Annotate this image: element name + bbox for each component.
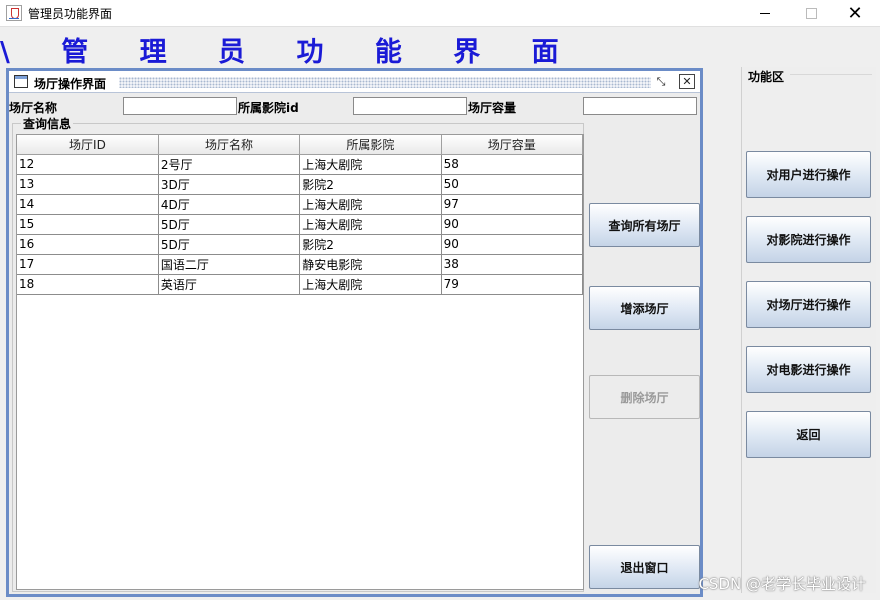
table-row[interactable]: 12 2号厅 上海大剧院 58 [17,154,584,175]
cell-hall-id[interactable]: 17 [17,254,159,275]
cell-capacity[interactable]: 79 [441,274,584,295]
cinema-operation-button[interactable]: 对影院进行操作 [746,216,871,263]
cell-capacity[interactable]: 50 [441,174,584,195]
table-row[interactable]: 13 3D厅 影院2 50 [17,174,584,195]
hall-operation-internal-frame: 场厅操作界面 ⤡ ✕ 场厅名称 所属影院id 场厅容量 查询信息 场厅ID 场厅… [6,68,703,597]
cell-hall-id[interactable]: 18 [17,274,159,295]
cell-cinema[interactable]: 影院2 [299,234,442,255]
cell-hall-name[interactable]: 3D厅 [158,174,301,195]
column-header-hall-name[interactable]: 场厅名称 [158,135,301,155]
column-header-hall-id[interactable]: 场厅ID [17,135,159,155]
close-button[interactable]: ✕ [832,0,878,26]
cell-hall-id[interactable]: 16 [17,234,159,255]
window-titlebar: 管理员功能界面 ✕ [0,0,880,26]
window-icon [14,75,28,88]
cell-cinema[interactable]: 上海大剧院 [299,154,442,175]
table-row[interactable]: 14 4D厅 上海大剧院 97 [17,194,584,215]
table-row[interactable]: 16 5D厅 影院2 90 [17,234,584,255]
hall-name-label: 场厅名称 [9,101,58,115]
cell-hall-name[interactable]: 5D厅 [158,214,301,235]
cell-cinema[interactable]: 上海大剧院 [299,194,442,215]
cell-hall-id[interactable]: 14 [17,194,159,215]
user-operation-button[interactable]: 对用户进行操作 [746,151,871,198]
cell-hall-id[interactable]: 13 [17,174,159,195]
delete-hall-button[interactable]: 删除场厅 [589,375,700,419]
page-header: \ 管 理 员 功 能 界 面 [0,37,580,68]
cell-capacity[interactable]: 38 [441,254,584,275]
table-row[interactable]: 15 5D厅 上海大剧院 90 [17,214,584,235]
cinema-id-label: 所属影院id [238,101,299,115]
minimize-button[interactable] [742,0,788,26]
exit-window-button[interactable]: 退出窗口 [589,545,700,589]
query-all-halls-button[interactable]: 查询所有场厅 [589,203,700,247]
close-icon[interactable]: ✕ [679,74,695,89]
capacity-label: 场厅容量 [468,101,517,115]
hall-name-input[interactable] [123,97,237,115]
internal-frame-title: 场厅操作界面 [34,77,107,91]
hall-table[interactable]: 场厅ID 场厅名称 所属影院 场厅容量 12 2号厅 上海大剧院 58 13 3… [17,135,584,295]
table-header-row: 场厅ID 场厅名称 所属影院 场厅容量 [17,135,584,155]
movie-operation-button[interactable]: 对电影进行操作 [746,346,871,393]
add-hall-button[interactable]: 增添场厅 [589,286,700,330]
cell-capacity[interactable]: 97 [441,194,584,215]
query-info-title: 查询信息 [21,115,74,132]
cell-hall-name[interactable]: 国语二厅 [158,254,301,275]
back-button[interactable]: 返回 [746,411,871,458]
titlebar-grip [119,77,651,88]
cell-cinema[interactable]: 影院2 [299,174,442,195]
cell-capacity[interactable]: 58 [441,154,584,175]
cell-hall-name[interactable]: 2号厅 [158,154,301,175]
cell-hall-name[interactable]: 5D厅 [158,234,301,255]
hall-operation-button[interactable]: 对场厅进行操作 [746,281,871,328]
cell-cinema[interactable]: 上海大剧院 [299,274,442,295]
column-header-capacity[interactable]: 场厅容量 [441,135,584,155]
csdn-watermark: CSDN @老学长毕业设计 [698,575,866,593]
cell-cinema[interactable]: 上海大剧院 [299,214,442,235]
cell-hall-name[interactable]: 4D厅 [158,194,301,215]
cinema-id-input[interactable] [353,97,467,115]
cell-cinema[interactable]: 静安电影院 [299,254,442,275]
function-area-divider [790,74,872,75]
hall-table-scrollpane[interactable]: 场厅ID 场厅名称 所属影院 场厅容量 12 2号厅 上海大剧院 58 13 3… [16,134,584,590]
column-header-cinema[interactable]: 所属影院 [299,135,442,155]
restore-icon[interactable]: ⤡ [653,74,669,89]
table-row[interactable]: 17 国语二厅 静安电影院 38 [17,254,584,275]
function-area-panel [741,67,876,593]
cell-hall-name[interactable]: 英语厅 [158,274,301,295]
java-app-icon [6,5,22,21]
cell-hall-id[interactable]: 12 [17,154,159,175]
function-area-title: 功能区 [748,70,785,84]
maximize-button[interactable] [788,0,834,26]
cell-hall-id[interactable]: 15 [17,214,159,235]
cell-capacity[interactable]: 90 [441,214,584,235]
table-row[interactable]: 18 英语厅 上海大剧院 79 [17,274,584,295]
cell-capacity[interactable]: 90 [441,234,584,255]
internal-frame-titlebar[interactable]: 场厅操作界面 ⤡ ✕ [9,71,700,93]
query-info-group: 查询信息 场厅ID 场厅名称 所属影院 场厅容量 12 2号厅 上海大剧院 58… [12,115,584,592]
window-title: 管理员功能界面 [28,7,113,21]
capacity-input[interactable] [583,97,697,115]
